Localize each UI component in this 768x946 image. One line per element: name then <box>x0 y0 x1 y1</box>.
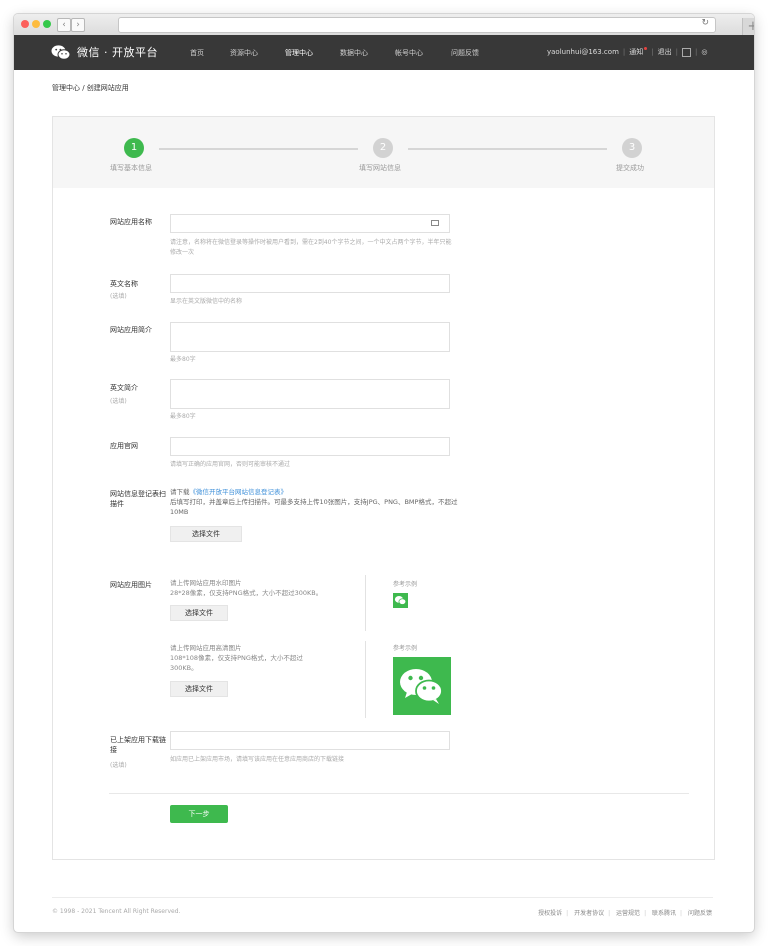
user-email[interactable]: yaolunhui@163.com <box>547 48 619 56</box>
app-name-input[interactable] <box>170 214 450 233</box>
back-icon[interactable]: ‹ <box>57 18 71 32</box>
wechat-small-sample-icon <box>393 593 408 608</box>
step-connector <box>408 148 607 150</box>
website-input[interactable] <box>170 437 450 456</box>
step-1-circle: 1 <box>124 138 144 158</box>
footer-link-agreement[interactable]: 开发者协议 <box>574 910 604 917</box>
logout-link[interactable]: 退出 <box>658 47 672 57</box>
large-image-instructions: 请上传网站应用高清图片 108*108像素，仅支持PNG格式，大小不超过300K… <box>170 643 330 673</box>
wechat-logo-icon <box>51 44 71 60</box>
en-name-hint: 显示在英文版微信中的名称 <box>170 298 243 305</box>
large-image-ref-label: 参考示例 <box>393 645 418 652</box>
wechat-large-sample-icon <box>393 657 451 715</box>
notification-dot-icon <box>644 47 648 50</box>
browser-window: ‹ › ↻ + 微信 · 开放平台 首页 资源中心 管理中心 数据中心 帐号中心… <box>14 14 754 932</box>
nav-feedback[interactable]: 问题反馈 <box>451 48 479 58</box>
reg-form-choose-file-button[interactable]: 选择文件 <box>170 526 242 542</box>
app-name-hint: 请注意，名称将在微信登录等操作时被用户看到，需在2到40个字节之间，一个中文占两… <box>170 239 452 256</box>
large-image-title: 请上传网站应用高清图片 <box>170 644 242 652</box>
reg-form-hint: 后填写打印，并盖章后上传扫描件。可最多支持上传10张图片，支持JPG、PNG、B… <box>170 498 458 516</box>
images-label: 网站应用图片 <box>110 581 152 589</box>
reg-form-instructions: 请下载《微信开放平台网站信息登记表》 后填写打印，并盖章后上传扫描件。可最多支持… <box>170 487 460 517</box>
reload-icon[interactable]: ↻ <box>701 18 709 28</box>
site-logo[interactable]: 微信 · 开放平台 <box>51 44 158 60</box>
keyboard-icon <box>431 220 439 226</box>
download-link-optional: (选填) <box>110 762 127 769</box>
small-image-choose-file-button[interactable]: 选择文件 <box>170 605 228 621</box>
divider <box>365 575 366 631</box>
download-link-hint: 如应用已上架应用市场，请填写该应用在任意应用商店的下载链接 <box>170 756 345 763</box>
footer-link-rules[interactable]: 运营规范 <box>616 910 640 917</box>
notice-link[interactable]: 通知 <box>629 47 648 57</box>
notice-label: 通知 <box>629 48 644 56</box>
small-image-spec: 28*28像素，仅支持PNG格式，大小不超过300KB。 <box>170 589 323 597</box>
settings-icon[interactable]: ◎ <box>701 48 707 56</box>
browser-chrome: ‹ › ↻ + <box>14 14 754 36</box>
minimize-window-icon[interactable] <box>32 20 40 28</box>
en-name-label: 英文名称 <box>110 280 138 288</box>
footer-links: 授权投诉 | 开发者协议 | 运营规范 | 联系腾讯 | 问题反馈 <box>538 910 712 917</box>
desc-textarea[interactable] <box>170 322 450 352</box>
divider <box>365 641 366 718</box>
top-navigation: 微信 · 开放平台 首页 资源中心 管理中心 数据中心 帐号中心 问题反馈 ya… <box>14 35 754 70</box>
step-3-circle: 3 <box>622 138 642 158</box>
reg-form-download-link[interactable]: 《微信开放平台网站信息登记表》 <box>190 488 288 496</box>
nav-resources[interactable]: 资源中心 <box>230 48 258 58</box>
step-1-label: 填写基本信息 <box>110 164 152 172</box>
app-name-label: 网站应用名称 <box>110 218 152 226</box>
form-divider <box>109 793 689 794</box>
user-area: yaolunhui@163.com | 通知 | 退出 | | ◎ <box>547 47 708 57</box>
close-window-icon[interactable] <box>21 20 29 28</box>
nav-management[interactable]: 管理中心 <box>285 48 313 58</box>
large-image-spec: 108*108像素，仅支持PNG格式，大小不超过300KB。 <box>170 654 303 672</box>
step-2-label: 填写网站信息 <box>359 164 401 172</box>
en-desc-optional: (选填) <box>110 398 127 405</box>
next-step-button[interactable]: 下一步 <box>170 805 228 823</box>
en-desc-textarea[interactable] <box>170 379 450 409</box>
footer-link-contact[interactable]: 联系腾讯 <box>652 910 676 917</box>
maximize-window-icon[interactable] <box>43 20 51 28</box>
step-connector <box>159 148 358 150</box>
reg-form-label: 网站信息登记表扫描件 <box>110 490 166 508</box>
create-app-panel: 1 2 3 填写基本信息 填写网站信息 提交成功 网站应用名称 请注意，名称将在… <box>52 116 715 860</box>
small-image-title: 请上传网站应用水印图片 <box>170 579 242 587</box>
en-desc-label: 英文简介 <box>110 384 138 392</box>
en-name-input[interactable] <box>170 274 450 293</box>
footer-link-complaint[interactable]: 授权投诉 <box>538 910 562 917</box>
qrcode-icon[interactable] <box>681 47 691 57</box>
nav-account[interactable]: 帐号中心 <box>395 48 423 58</box>
small-image-ref-label: 参考示例 <box>393 581 418 588</box>
address-bar[interactable]: ↻ <box>118 17 716 33</box>
download-link-label: 已上架应用下载链接 <box>110 736 166 754</box>
reg-form-prefix: 请下载 <box>170 488 190 496</box>
breadcrumb: 管理中心 / 创建网站应用 <box>52 84 129 92</box>
progress-steps: 1 2 3 填写基本信息 填写网站信息 提交成功 <box>53 117 714 188</box>
small-image-instructions: 请上传网站应用水印图片 28*28像素，仅支持PNG格式，大小不超过300KB。 <box>170 578 355 598</box>
new-tab-icon[interactable]: + <box>742 18 754 35</box>
website-label: 应用官网 <box>110 442 138 450</box>
forward-icon[interactable]: › <box>71 18 85 32</box>
site-name: 微信 · 开放平台 <box>77 46 158 59</box>
download-link-input[interactable] <box>170 731 450 750</box>
en-name-optional: (选填) <box>110 293 127 300</box>
website-hint: 请填写正确的应用官网，否则可能审核不通过 <box>170 461 291 468</box>
large-image-choose-file-button[interactable]: 选择文件 <box>170 681 228 697</box>
step-2-circle: 2 <box>373 138 393 158</box>
copyright: © 1998 - 2021 Tencent All Right Reserved… <box>52 908 181 915</box>
footer-link-feedback[interactable]: 问题反馈 <box>688 910 712 917</box>
desc-hint: 最多80字 <box>170 356 196 363</box>
en-desc-hint: 最多80字 <box>170 413 196 420</box>
nav-data[interactable]: 数据中心 <box>340 48 368 58</box>
desc-label: 网站应用简介 <box>110 326 152 334</box>
nav-home[interactable]: 首页 <box>190 48 204 58</box>
step-3-label: 提交成功 <box>616 164 644 172</box>
footer-divider <box>52 897 713 898</box>
